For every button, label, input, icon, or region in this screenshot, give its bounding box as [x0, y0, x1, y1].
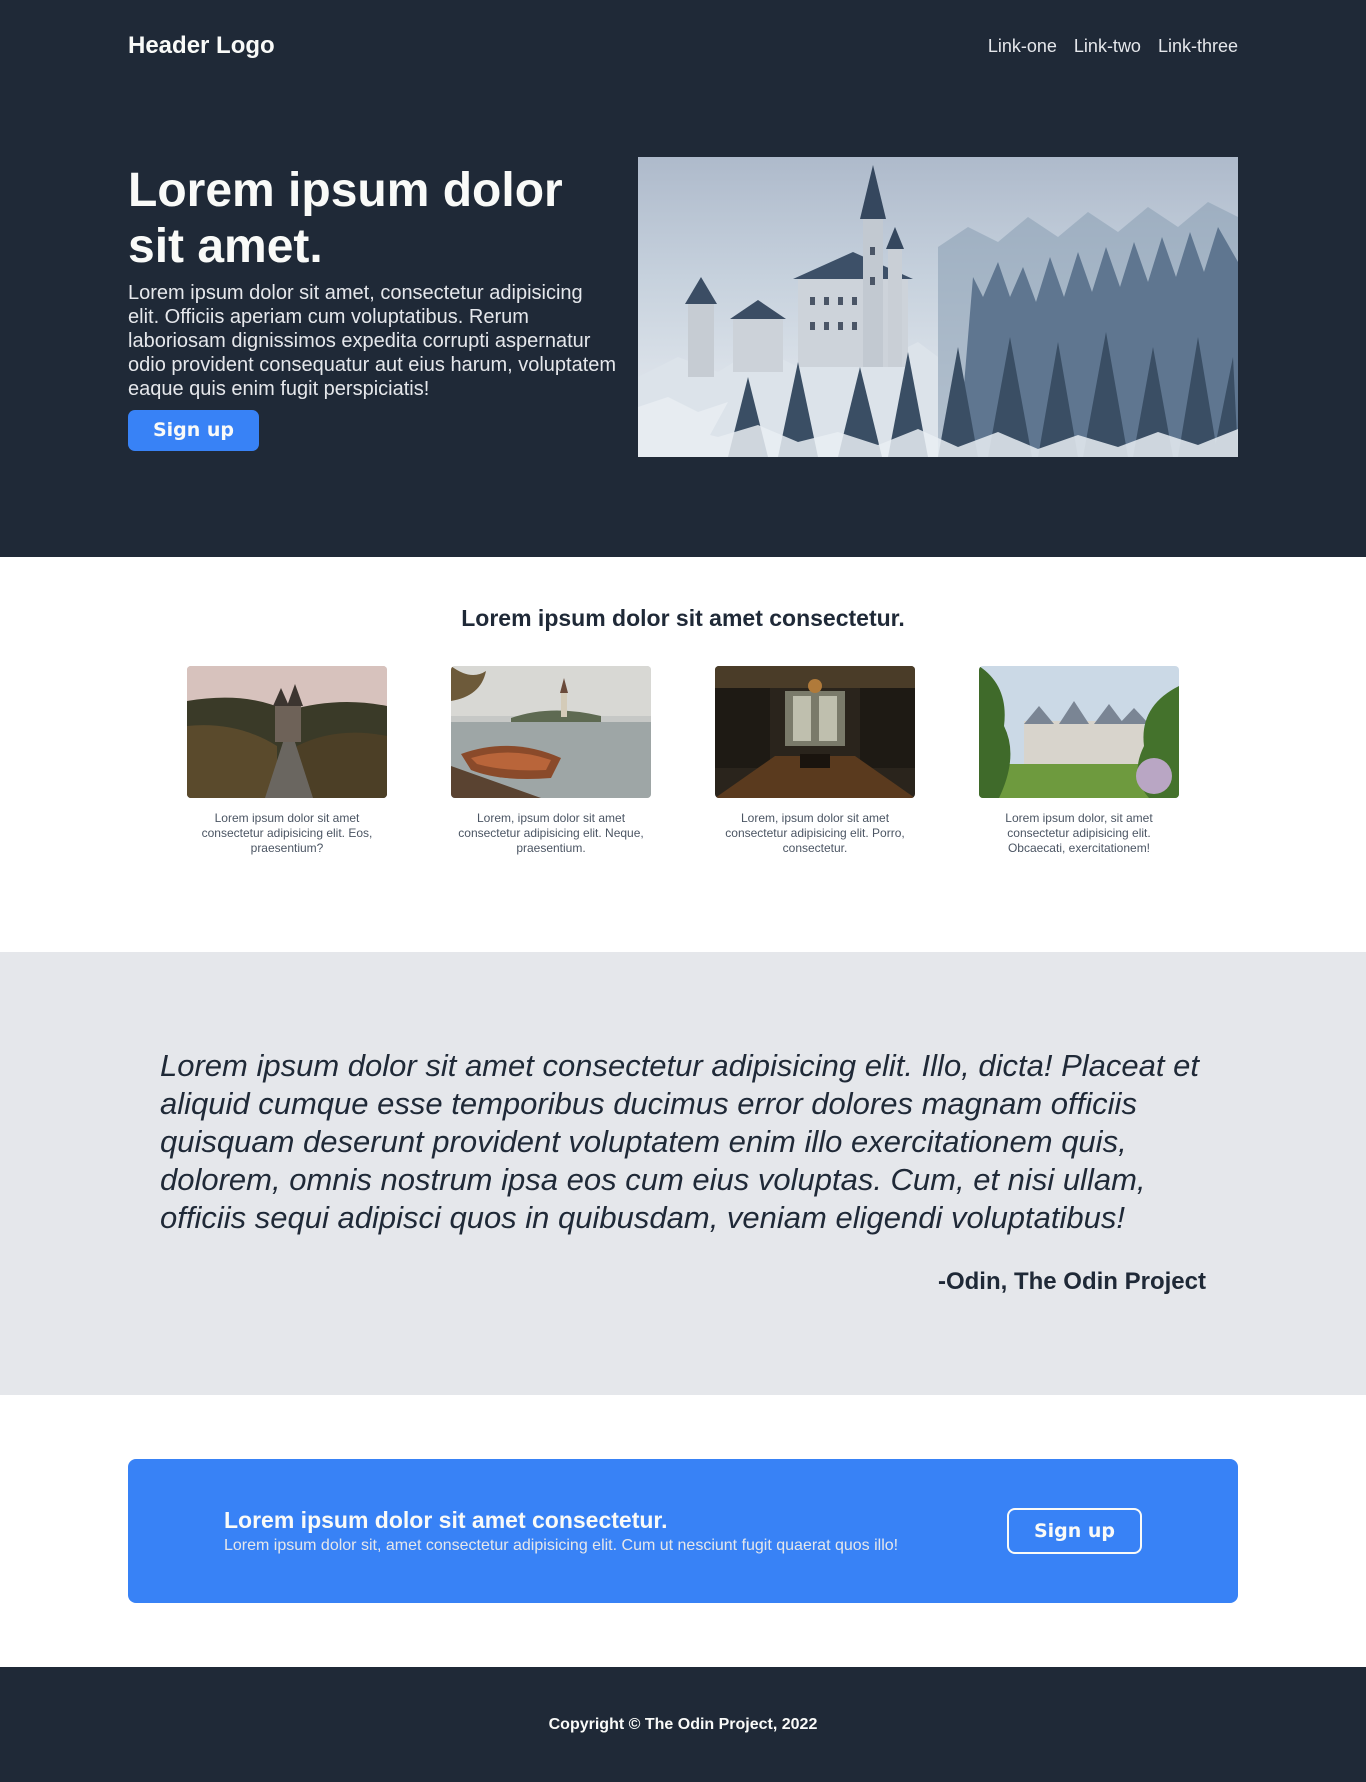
info-card: Lorem, ipsum dolor sit amet consectetur …	[715, 666, 915, 856]
hero-signup-button[interactable]: Sign up	[128, 410, 259, 451]
quote-author: -Odin, The Odin Project	[937, 1268, 1206, 1295]
hero-text: Lorem ipsum dolor sit amet. Lorem ipsum …	[128, 157, 618, 451]
chateau-image	[979, 666, 1179, 798]
quote-section: Lorem ipsum dolor sit amet consectetur a…	[0, 952, 1366, 1395]
cta-banner: Lorem ipsum dolor sit amet consectetur. …	[128, 1459, 1238, 1603]
footer-copyright: Copyright © The Odin Project, 2022	[548, 1715, 818, 1733]
info-card: Lorem ipsum dolor sit amet consectetur a…	[187, 666, 387, 856]
interior-hall-image	[715, 666, 915, 798]
cta-section: Lorem ipsum dolor sit amet consectetur. …	[0, 1395, 1366, 1667]
nav-link-three[interactable]: Link-three	[1158, 36, 1238, 57]
hero-section: Header Logo Link-one Link-two Link-three…	[0, 0, 1366, 557]
snowy-castle-image	[638, 157, 1238, 457]
card-caption: Lorem, ipsum dolor sit amet consectetur …	[725, 811, 905, 855]
info-title: Lorem ipsum dolor sit amet consectetur.	[461, 605, 905, 631]
top-nav: Header Logo Link-one Link-two Link-three	[128, 32, 1238, 60]
hero: Lorem ipsum dolor sit amet. Lorem ipsum …	[128, 157, 1238, 457]
nav-link-one[interactable]: Link-one	[988, 36, 1057, 57]
info-section: Lorem ipsum dolor sit amet consectetur. …	[0, 557, 1366, 952]
card-caption: Lorem ipsum dolor, sit amet consectetur …	[1005, 811, 1153, 855]
info-card: Lorem ipsum dolor, sit amet consectetur …	[979, 666, 1179, 856]
quote-text: Lorem ipsum dolor sit amet consectetur a…	[160, 1048, 1199, 1235]
card-caption: Lorem ipsum dolor sit amet consectetur a…	[201, 811, 373, 855]
cta-body: Lorem ipsum dolor sit, amet consectetur …	[224, 1537, 899, 1554]
info-card: Lorem, ipsum dolor sit amet consectetur …	[451, 666, 651, 856]
header-logo[interactable]: Header Logo	[128, 32, 275, 60]
info-cards: Lorem ipsum dolor sit amet consectetur a…	[187, 666, 1179, 856]
footer: Copyright © The Odin Project, 2022	[0, 1667, 1366, 1782]
cta-signup-button[interactable]: Sign up	[1007, 1508, 1142, 1554]
nav-link-two[interactable]: Link-two	[1074, 36, 1141, 57]
hero-body: Lorem ipsum dolor sit amet, consectetur …	[128, 282, 617, 400]
lake-boat-image	[451, 666, 651, 798]
castle-road-image	[187, 666, 387, 798]
hero-title: Lorem ipsum dolor sit amet.	[128, 164, 563, 273]
cta-title: Lorem ipsum dolor sit amet consectetur.	[224, 1507, 668, 1533]
card-caption: Lorem, ipsum dolor sit amet consectetur …	[458, 811, 644, 855]
nav-links: Link-one Link-two Link-three	[988, 36, 1238, 57]
